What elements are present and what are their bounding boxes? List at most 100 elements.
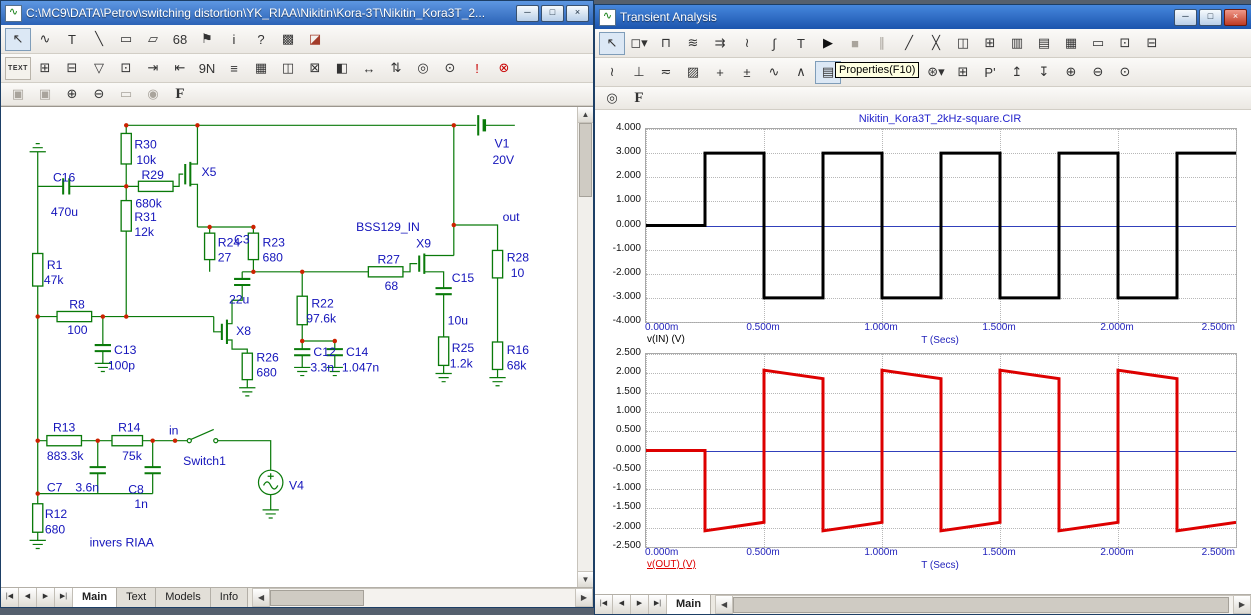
tab-nav-2[interactable]: ▶ <box>631 595 649 614</box>
font-icon[interactable]: F <box>167 83 193 106</box>
tab-models[interactable]: Models <box>156 588 210 607</box>
digital-path-icon[interactable]: 68 <box>167 28 193 51</box>
schematic-drawing[interactable]: C16470uR3010kR29680kR3112kX5R2427C3R2368… <box>1 107 577 587</box>
series-label[interactable]: v(IN) (V) <box>647 334 685 345</box>
copy-stamp-icon[interactable]: ▣ <box>5 83 31 106</box>
mirror-icon[interactable]: ◧ <box>329 57 355 80</box>
step-into-icon[interactable]: ⇥ <box>140 57 166 80</box>
scroll-left-icon[interactable]: ◀ <box>252 588 270 607</box>
picture-icon[interactable]: ◪ <box>302 28 328 51</box>
scale-mode-icon[interactable]: ⊓ <box>653 32 679 55</box>
font-icon[interactable]: F <box>626 87 652 110</box>
flip-icon[interactable]: ⇅ <box>383 57 409 80</box>
gear-menu-icon[interactable]: ⊛▾ <box>923 61 949 84</box>
scroll-right-icon[interactable]: ▶ <box>1233 595 1251 614</box>
probe-ac-icon[interactable]: ≂ <box>653 61 679 84</box>
help-mode-icon[interactable]: ? <box>248 28 274 51</box>
node-numbers-icon[interactable]: ▽ <box>86 57 112 80</box>
graph-select-icon[interactable]: ◻▾ <box>626 32 652 55</box>
select-tool[interactable]: ↖ <box>5 28 31 51</box>
table-view-icon[interactable]: ⊞ <box>950 61 976 84</box>
maximize-button[interactable]: □ <box>541 5 564 22</box>
text-mode[interactable]: T <box>59 28 85 51</box>
panel-single-icon[interactable]: ◫ <box>950 32 976 55</box>
select-tool[interactable]: ↖ <box>599 32 625 55</box>
pin-icon[interactable]: ⊟ <box>59 57 85 80</box>
slope-icon[interactable]: ▨ <box>680 61 706 84</box>
accept-icon[interactable]: ◎ <box>599 87 625 110</box>
go-up-icon[interactable]: ↥ <box>1004 61 1030 84</box>
tab-main[interactable]: Main <box>667 595 711 614</box>
axes-y-icon[interactable]: ± <box>734 61 760 84</box>
plot-canvas[interactable] <box>645 128 1237 323</box>
tab-nav-3[interactable]: ▶| <box>649 595 667 614</box>
plot-area[interactable]: Nikitin_Kora3T_2kHz-square.CIR4.0003.000… <box>595 110 1251 594</box>
point-tag-icon[interactable]: ⇉ <box>707 32 733 55</box>
component-mode[interactable]: ∿ <box>32 28 58 51</box>
text-stamp-icon[interactable]: TEXT <box>5 57 31 80</box>
tab-main[interactable]: Main <box>73 588 117 607</box>
horizontal-tag-icon[interactable]: ≀ <box>734 32 760 55</box>
hscroll-thumb[interactable] <box>270 590 364 606</box>
pause-button[interactable]: ∥ <box>869 32 895 55</box>
data-points-icon[interactable]: ⊡ <box>1112 32 1138 55</box>
list-icon[interactable]: ≡ <box>221 57 247 80</box>
panel-rows-icon[interactable]: ▥ <box>1004 32 1030 55</box>
probe-one-icon[interactable]: ≀ <box>599 61 625 84</box>
zoom-in-icon[interactable]: ⊕ <box>1058 61 1084 84</box>
pattern-icon[interactable]: ▦ <box>248 57 274 80</box>
camera-icon[interactable]: ▭ <box>113 83 139 106</box>
ruler-icon[interactable]: ⊟ <box>1139 32 1165 55</box>
panel-grid-icon[interactable]: ⊞ <box>977 32 1003 55</box>
plot-canvas[interactable] <box>645 353 1237 548</box>
flag-mode[interactable]: ⚑ <box>194 28 220 51</box>
refresh-icon[interactable]: ⊞ <box>32 57 58 80</box>
zoom-out-icon[interactable]: ⊖ <box>1085 61 1111 84</box>
schematic-svg[interactable]: C16470uR3010kR29680kR3112kX5R2427C3R2368… <box>1 107 577 577</box>
minimize-button[interactable]: ─ <box>1174 9 1197 26</box>
alert-icon[interactable]: ! <box>464 57 490 80</box>
vscroll-thumb[interactable] <box>579 123 592 197</box>
performance-tag-icon[interactable]: ∫ <box>761 32 787 55</box>
scroll-right-icon[interactable]: ▶ <box>575 588 593 607</box>
scroll-down-icon[interactable]: ▼ <box>578 571 593 587</box>
p-prime-icon[interactable]: P' <box>977 61 1003 84</box>
horizontal-scrollbar[interactable]: ◀ ▶ <box>715 595 1251 614</box>
line-mode[interactable]: ╲ <box>86 28 112 51</box>
wave-pair-icon[interactable]: ∧ <box>788 61 814 84</box>
panel-cols-icon[interactable]: ▤ <box>1031 32 1057 55</box>
split-icon[interactable]: ◫ <box>275 57 301 80</box>
info-icon[interactable]: i <box>221 28 247 51</box>
zoom-auto-icon[interactable]: ⊙ <box>1112 61 1138 84</box>
hscroll-thumb[interactable] <box>733 597 1229 613</box>
find-icon[interactable]: ◎ <box>410 57 436 80</box>
step-out-icon[interactable]: ⇤ <box>167 57 193 80</box>
tab-nav-0[interactable]: |◀ <box>1 588 19 607</box>
grid-icon[interactable]: ⊡ <box>113 57 139 80</box>
scroll-left-icon[interactable]: ◀ <box>715 595 733 614</box>
title-bar[interactable]: ∿ C:\MC9\DATA\Petrov\switching distortio… <box>1 1 593 25</box>
box-select-icon[interactable]: ⊠ <box>302 57 328 80</box>
repeat-icon[interactable]: ⊙ <box>437 57 463 80</box>
minimize-button[interactable]: ─ <box>516 5 539 22</box>
wave-sine-icon[interactable]: ∿ <box>761 61 787 84</box>
schematic-canvas[interactable]: C16470uR3010kR29680kR3112kX5R2427C3R2368… <box>1 106 593 587</box>
web-icon[interactable]: ◉ <box>140 83 166 106</box>
stop-button[interactable]: ■ <box>842 32 868 55</box>
polygon-mode[interactable]: ▱ <box>140 28 166 51</box>
title-bar[interactable]: ∿ Transient Analysis ─ □ × <box>595 5 1251 29</box>
border-icon[interactable]: ▩ <box>275 28 301 51</box>
tab-nav-3[interactable]: ▶| <box>55 588 73 607</box>
vertical-scrollbar[interactable]: ▲ ▼ <box>577 107 593 587</box>
zoom-in-icon[interactable]: ⊕ <box>59 83 85 106</box>
maximize-button[interactable]: □ <box>1199 9 1222 26</box>
tab-nav-2[interactable]: ▶ <box>37 588 55 607</box>
line-tool-icon[interactable]: ╱ <box>896 32 922 55</box>
cursor-mode-icon[interactable]: ≋ <box>680 32 706 55</box>
tab-nav-1[interactable]: ◀ <box>613 595 631 614</box>
rotate-icon[interactable]: ↔ <box>356 57 382 80</box>
series-label[interactable]: v(OUT) (V) <box>647 559 696 570</box>
panel-stack-icon[interactable]: ▦ <box>1058 32 1084 55</box>
close-button[interactable]: × <box>1224 9 1247 26</box>
rectangle-mode[interactable]: ▭ <box>113 28 139 51</box>
